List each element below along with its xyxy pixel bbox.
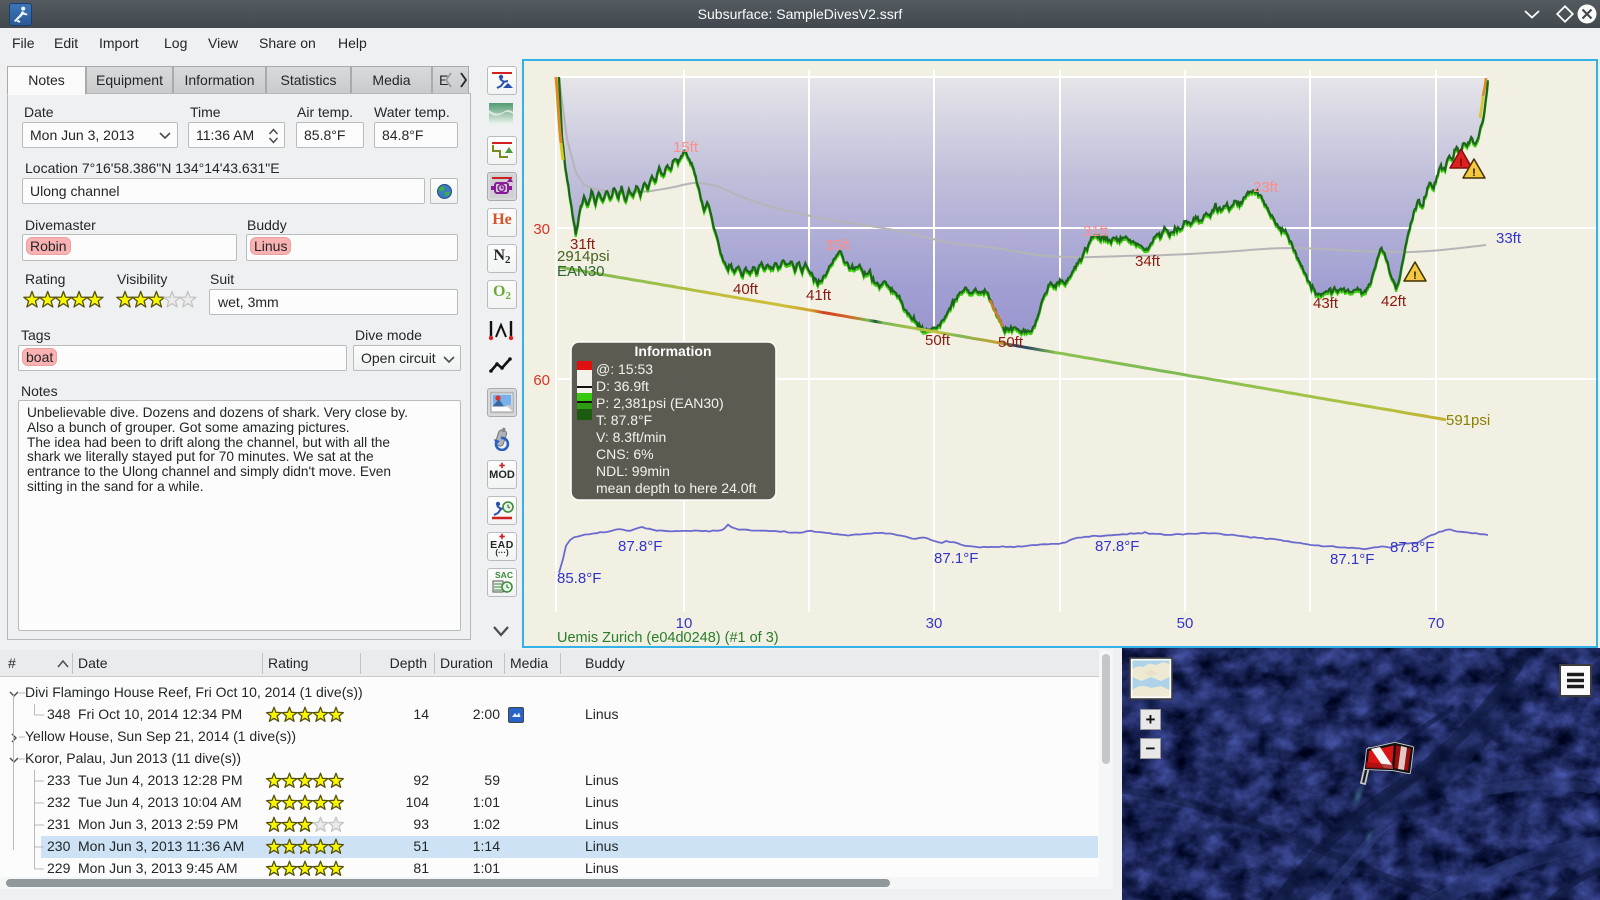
svg-text:@: 15:53: @: 15:53 <box>596 361 653 377</box>
svg-text:87.1°F: 87.1°F <box>1330 551 1374 568</box>
svg-text:mean depth to here 24.0ft: mean depth to here 24.0ft <box>596 480 756 496</box>
svg-text:V: 8.3ft/min: V: 8.3ft/min <box>596 429 666 445</box>
svg-text:Uemis Zurich (e04d0248) (#1 of: Uemis Zurich (e04d0248) (#1 of 3) <box>557 630 779 646</box>
svg-text:CNS: 6%: CNS: 6% <box>596 446 654 462</box>
svg-text:!: ! <box>1472 167 1476 179</box>
svg-text:50: 50 <box>1177 615 1194 632</box>
svg-text:15ft: 15ft <box>673 139 699 156</box>
svg-text:42ft: 42ft <box>1381 293 1407 310</box>
svg-text:31ft: 31ft <box>1083 223 1109 240</box>
svg-text:85.8°F: 85.8°F <box>557 570 601 587</box>
svg-text:87.8°F: 87.8°F <box>1095 538 1139 555</box>
svg-text:50ft: 50ft <box>925 332 951 349</box>
svg-text:35ft: 35ft <box>825 237 851 254</box>
svg-text:41ft: 41ft <box>806 287 832 304</box>
svg-text:50ft: 50ft <box>998 334 1024 351</box>
svg-text:70: 70 <box>1428 615 1445 632</box>
svg-text:40ft: 40ft <box>733 281 759 298</box>
svg-text:87.1°F: 87.1°F <box>934 550 978 567</box>
svg-text:NDL: 99min: NDL: 99min <box>596 463 670 479</box>
svg-text:30: 30 <box>926 615 943 632</box>
svg-text:23ft: 23ft <box>1253 179 1279 196</box>
svg-text:43ft: 43ft <box>1313 295 1339 312</box>
svg-text:Information: Information <box>635 343 712 359</box>
svg-text:T: 87.8°F: T: 87.8°F <box>596 412 652 428</box>
svg-text:34ft: 34ft <box>1135 253 1161 270</box>
svg-text:D: 36.9ft: D: 36.9ft <box>596 378 649 394</box>
svg-text:87.8°F: 87.8°F <box>1390 539 1434 556</box>
svg-text:87.8°F: 87.8°F <box>618 538 662 555</box>
svg-text:!: ! <box>1413 270 1417 282</box>
svg-text:P: 2,381psi (EAN30): P: 2,381psi (EAN30) <box>596 395 724 411</box>
svg-text:33ft: 33ft <box>1496 230 1522 247</box>
svg-text:!: ! <box>1459 157 1463 169</box>
svg-text:30: 30 <box>533 221 550 238</box>
svg-text:60: 60 <box>533 372 550 389</box>
svg-text:EAN30: EAN30 <box>557 263 605 280</box>
svg-text:591psi: 591psi <box>1446 412 1490 429</box>
